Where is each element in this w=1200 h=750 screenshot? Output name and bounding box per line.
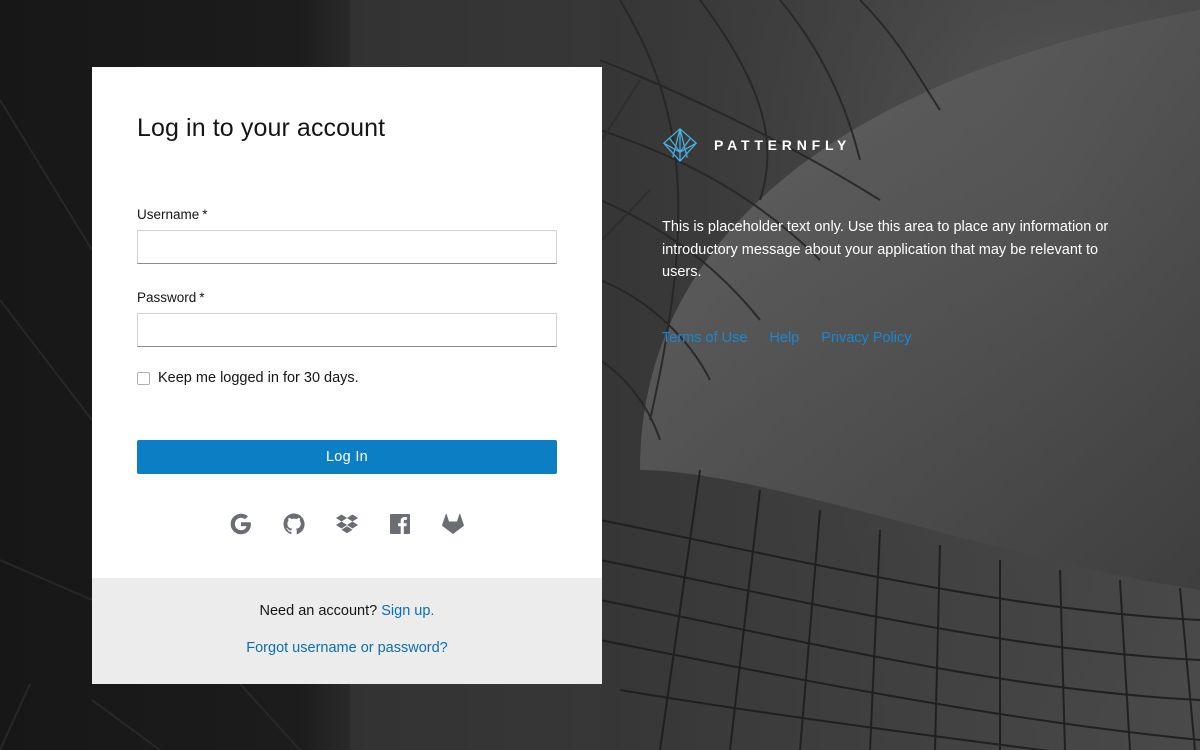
google-login-button[interactable] [229,511,254,536]
patternfly-logo-icon [662,127,698,163]
forgot-credentials-row: Forgot username or password? [92,640,602,656]
dropbox-icon [336,514,358,533]
terms-of-use-link[interactable]: Terms of Use [662,330,747,346]
footer-links: Terms of Use Help Privacy Policy [662,330,912,346]
login-card-footer: Need an account? Sign up. Forgot usernam… [92,578,602,684]
page-title: Log in to your account [137,114,386,142]
need-account-text: Need an account? [259,603,378,619]
intro-text: This is placeholder text only. Use this … [662,219,1109,280]
dropbox-login-button[interactable] [335,511,360,536]
password-input[interactable] [137,313,557,347]
password-label-text: Password [137,290,197,305]
login-card: Log in to your account Username * Passwor… [92,67,602,684]
username-label-text: Username [137,207,200,222]
help-link[interactable]: Help [769,330,799,346]
gitlab-icon [442,513,464,534]
gitlab-login-button[interactable] [441,511,466,536]
github-icon [283,513,305,534]
required-marker: * [202,207,208,222]
brand-name: PATTERNFLY [714,137,852,153]
password-label: Password * [137,290,205,305]
remember-me-row: Keep me logged in for 30 days. [137,370,359,386]
facebook-login-button[interactable] [388,511,413,536]
remember-me-label[interactable]: Keep me logged in for 30 days. [158,370,359,386]
github-login-button[interactable] [282,511,307,536]
login-button[interactable]: Log In [137,440,557,474]
required-marker: * [199,290,205,305]
username-label: Username * [137,207,208,222]
remember-me-checkbox[interactable] [137,371,150,385]
social-login-list [92,511,602,536]
forgot-credentials-link[interactable]: Forgot username or password? [246,640,448,656]
signup-link[interactable]: Sign up. [381,603,434,619]
brand-header: PATTERNFLY [662,126,851,164]
login-card-body: Log in to your account Username * Passwor… [92,67,602,578]
privacy-policy-link[interactable]: Privacy Policy [821,330,911,346]
facebook-icon [390,513,410,534]
signup-prompt: Need an account? Sign up. [92,603,602,619]
google-icon [230,513,251,534]
username-input[interactable] [137,230,557,264]
